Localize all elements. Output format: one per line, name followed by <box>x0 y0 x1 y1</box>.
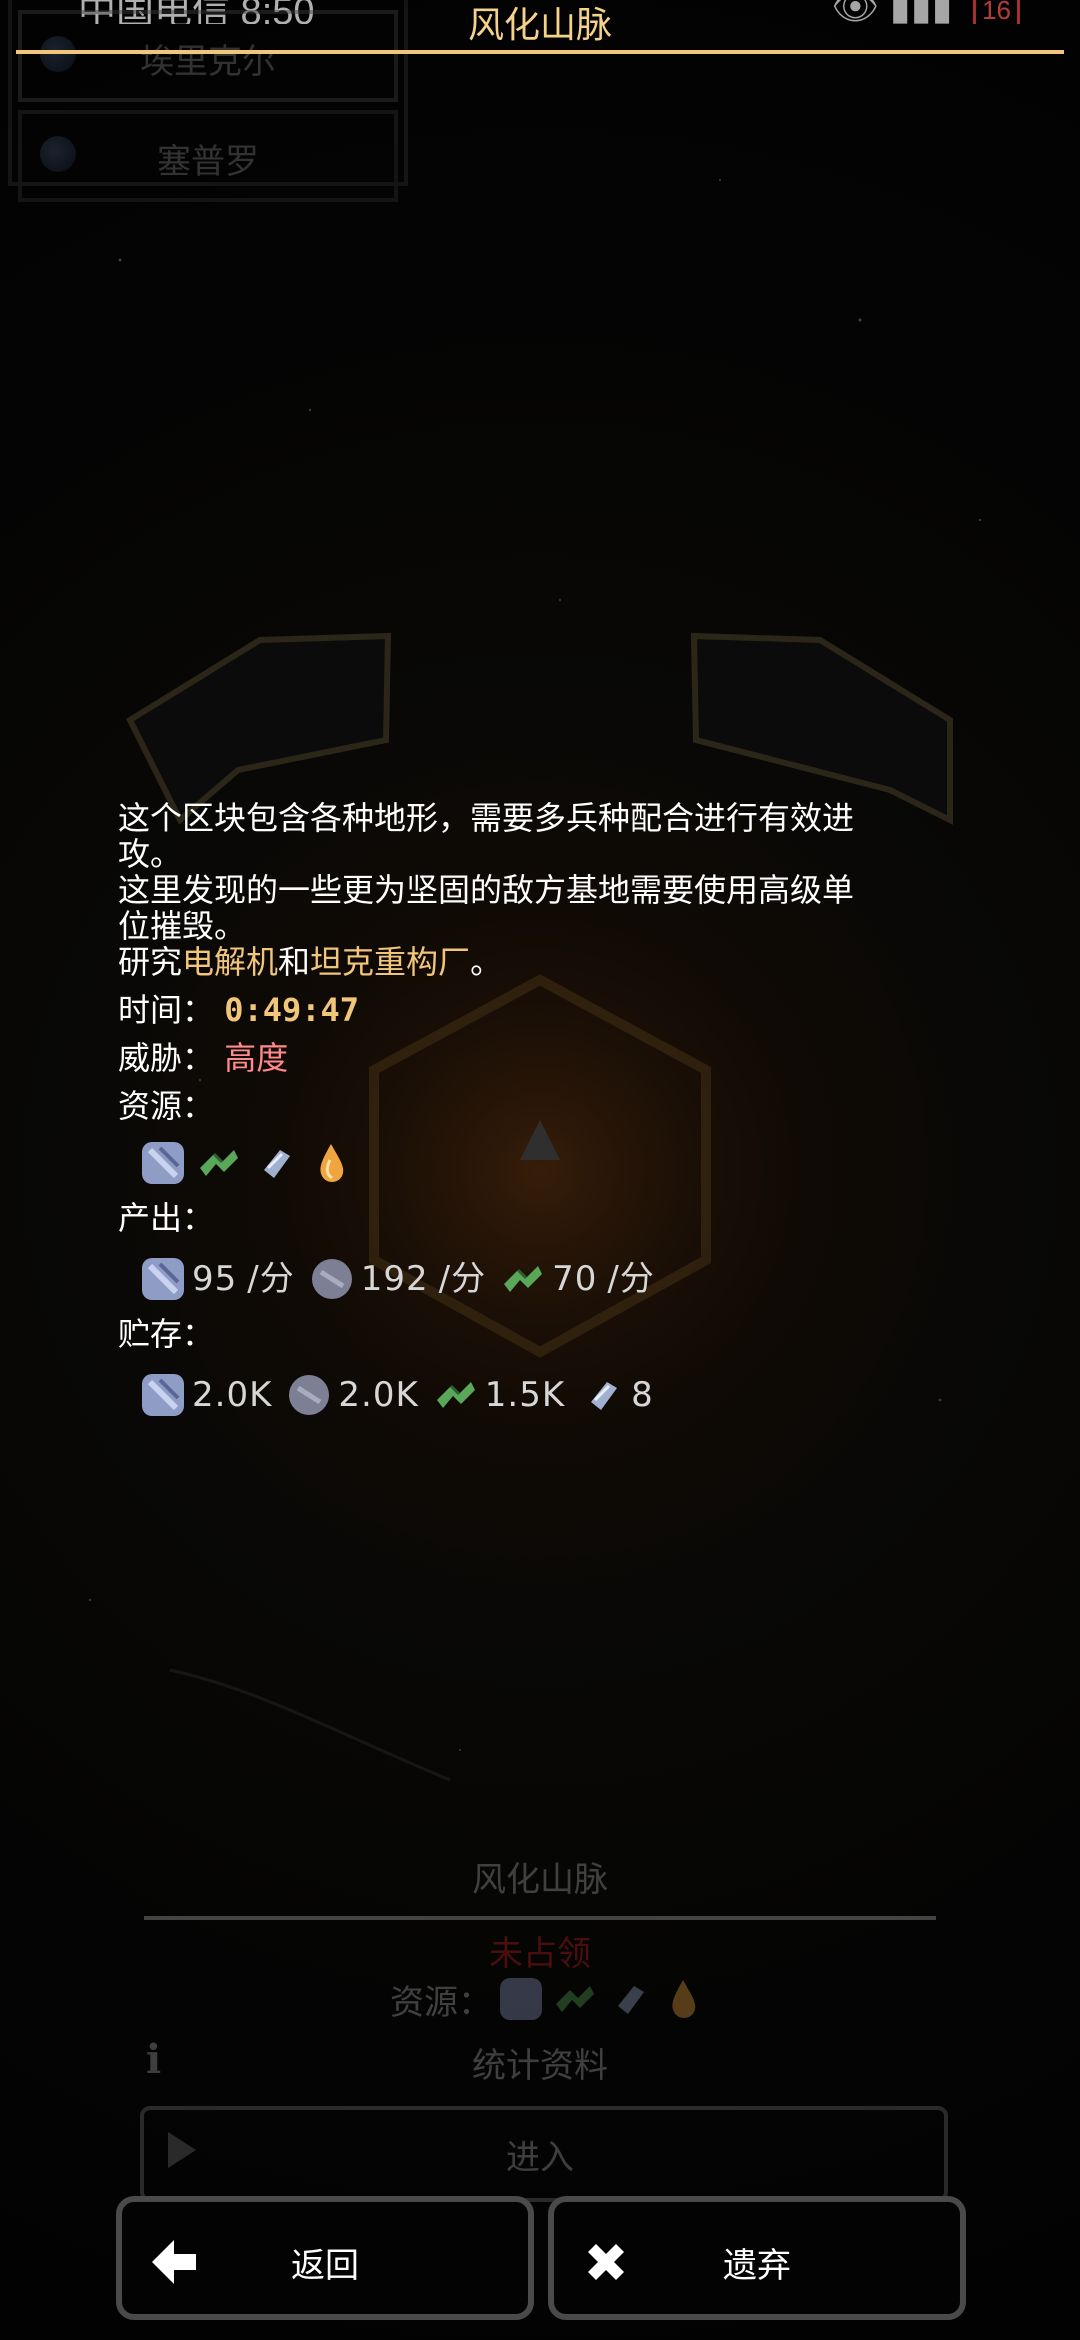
description-line: 位摧毁。 <box>118 907 247 945</box>
enter-label: 进入 <box>506 2138 574 2178</box>
summary-status: 未占领 <box>489 1934 591 1974</box>
titanium-ore-icon <box>550 1974 600 2024</box>
threat-value: 高度 <box>224 1039 289 1077</box>
copper-icon <box>496 1974 546 2024</box>
abandon-button[interactable]: 遗弃 <box>548 2196 966 2320</box>
summary-resources: 资源： <box>390 1974 708 2024</box>
oil-icon <box>306 1138 356 1188</box>
title-divider <box>16 50 1064 54</box>
research-prefix: 研究 <box>118 943 183 981</box>
description-line: 这个区块包含各种地形，需要多兵种配合进行有效进 <box>118 799 855 837</box>
scrap-icon <box>577 1370 627 1420</box>
research-link-electrolyzer[interactable]: 电解机 <box>182 943 278 981</box>
storage-label: 贮存： <box>118 1315 215 1353</box>
output-label: 产出： <box>118 1199 215 1237</box>
titanium-ore-icon <box>194 1138 244 1188</box>
abandon-label: 遗弃 <box>723 2246 791 2286</box>
threat-row: 威胁： 高度 <box>118 1040 978 1076</box>
time-label: 时间： <box>118 991 215 1029</box>
summary-title: 风化山脉 <box>472 1860 608 1900</box>
back-button[interactable]: 返回 <box>116 2196 534 2320</box>
storage-value: 8 <box>631 1375 654 1415</box>
titanium-icon <box>431 1370 481 1420</box>
copper-icon <box>138 1138 188 1188</box>
storage-value: 2.0K <box>192 1375 273 1415</box>
planet-item-serpulo[interactable]: 塞普罗 <box>18 110 398 202</box>
oil-icon <box>658 1974 708 2024</box>
storage-value: 2.0K <box>338 1375 419 1415</box>
time-row: 时间： 0:49:47 <box>118 992 978 1028</box>
threat-label: 威胁： <box>118 1039 215 1077</box>
research-mid: 和 <box>278 943 311 981</box>
copper-icon <box>138 1254 188 1304</box>
scrap-icon <box>604 1974 654 2024</box>
titanium-icon <box>498 1254 548 1304</box>
lead-icon <box>307 1254 357 1304</box>
back-label: 返回 <box>291 2246 359 2286</box>
time-value: 0:49:47 <box>224 991 360 1029</box>
description-line: 这里发现的一些更为坚固的敌方基地需要使用高级单 <box>118 871 855 909</box>
research-suffix: 。 <box>470 943 503 981</box>
sector-title: 风化山脉 <box>467 5 612 46</box>
resources-label: 资源： <box>118 1087 215 1125</box>
storage-row: 2.0K 2.0K 1.5K 8 <box>138 1370 978 1420</box>
summary-divider <box>144 1916 936 1920</box>
output-value: 95/分 <box>192 1259 295 1299</box>
output-row: 95/分 192/分 70/分 <box>138 1254 978 1304</box>
sector-info-panel: 这个区块包含各种地形，需要多兵种配合进行有效进 攻。 这里发现的一些更为坚固的敌… <box>118 800 978 1420</box>
resources-icons <box>138 1138 978 1188</box>
scrap-icon <box>250 1138 300 1188</box>
output-value: 192/分 <box>360 1259 487 1299</box>
storage-value: 1.5K <box>484 1375 566 1415</box>
output-value: 70/分 <box>552 1259 655 1299</box>
description-line: 攻。 <box>118 835 183 873</box>
research-line: 研究电解机和坦克重构厂。 <box>118 944 978 980</box>
copper-icon <box>138 1370 188 1420</box>
summary-resources-label: 资源： <box>390 1982 492 2023</box>
lead-icon <box>284 1370 334 1420</box>
research-link-tank-refabricator[interactable]: 坦克重构厂 <box>310 943 470 981</box>
planet-name: 塞普罗 <box>157 142 259 182</box>
summary-stats-button[interactable]: 统计资料 <box>0 2038 1080 2087</box>
